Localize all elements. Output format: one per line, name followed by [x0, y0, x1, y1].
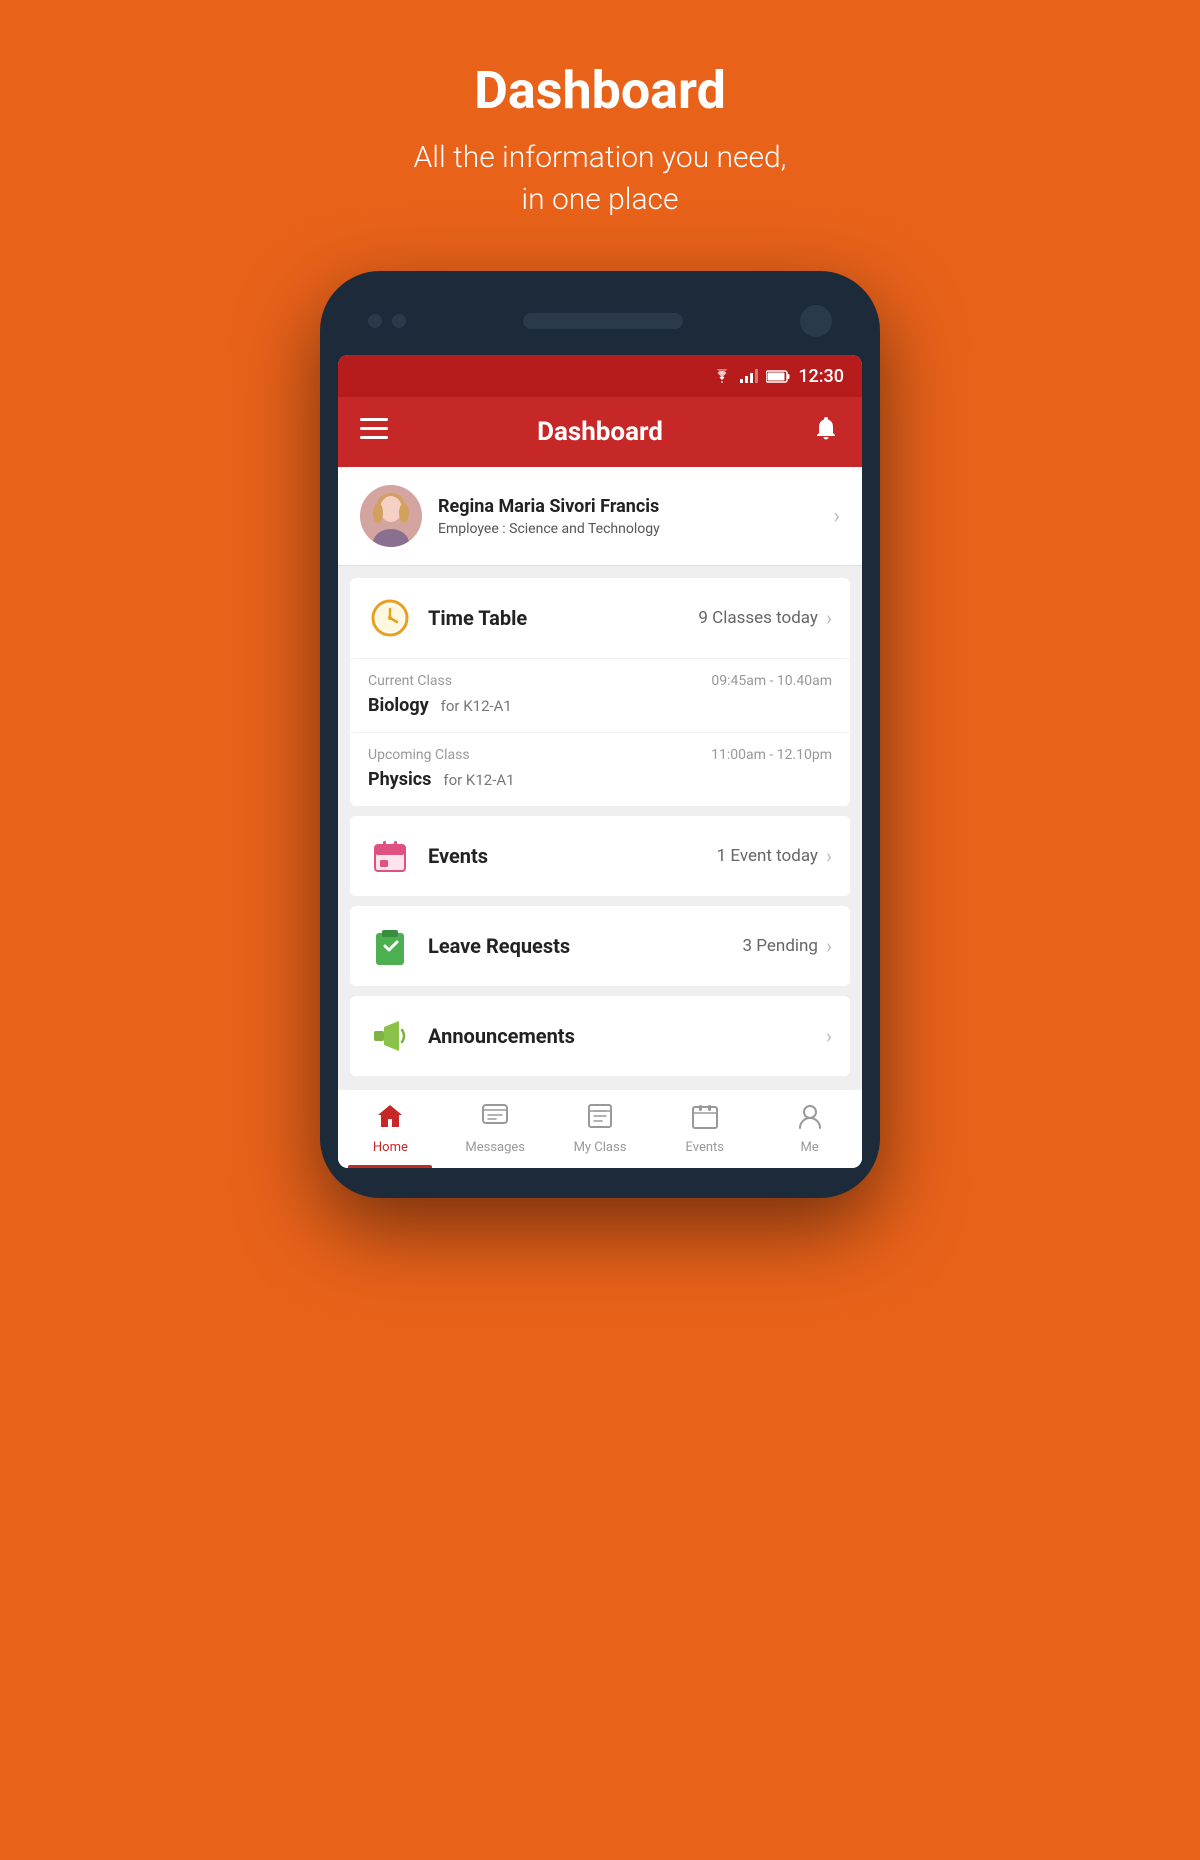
- leave-requests-chevron-icon: ›: [826, 934, 832, 958]
- events-header[interactable]: Events 1 Event today ›: [350, 816, 850, 896]
- home-icon: [376, 1103, 404, 1136]
- leave-requests-count: 3 Pending: [743, 936, 818, 956]
- status-bar: 12:30: [338, 355, 862, 397]
- profile-role: Employee : Science and Technology: [438, 521, 817, 537]
- nav-messages[interactable]: Messages: [443, 1090, 548, 1168]
- bottom-nav: Home Messages: [338, 1088, 862, 1168]
- me-icon: [796, 1103, 824, 1136]
- myclass-icon: [586, 1103, 614, 1136]
- phone-camera-right: [800, 305, 832, 337]
- events-count: 1 Event today: [717, 846, 818, 866]
- upcoming-class-time: 11:00am - 12.10pm: [711, 747, 832, 763]
- phone-dot-2: [392, 314, 406, 328]
- upcoming-class-group: for K12-A1: [443, 771, 514, 789]
- content-area: Time Table 9 Classes today › Current Cla…: [338, 566, 862, 1088]
- timetable-title: Time Table: [428, 606, 527, 630]
- nav-home[interactable]: Home: [338, 1090, 443, 1168]
- nav-messages-label: Messages: [465, 1140, 525, 1155]
- phone-shell: 12:30 Dashboard: [320, 271, 880, 1198]
- leave-requests-header[interactable]: Leave Requests 3 Pending ›: [350, 906, 850, 986]
- status-time: 12:30: [798, 366, 844, 387]
- events-title: Events: [428, 844, 488, 868]
- announcements-chevron-icon: ›: [826, 1024, 832, 1048]
- current-class-label: Current Class: [368, 673, 452, 689]
- leave-requests-card[interactable]: Leave Requests 3 Pending ›: [350, 906, 850, 986]
- nav-myclass[interactable]: My Class: [548, 1090, 653, 1168]
- hamburger-icon[interactable]: [360, 417, 388, 447]
- battery-icon: [766, 370, 790, 383]
- phone-top-bar: [338, 301, 862, 341]
- phone-speaker: [523, 313, 683, 329]
- upcoming-class-subject: Physics: [368, 769, 431, 790]
- announcements-header[interactable]: Announcements ›: [350, 996, 850, 1076]
- nav-home-label: Home: [373, 1140, 408, 1155]
- clock-icon: [368, 596, 412, 640]
- nav-me[interactable]: Me: [757, 1090, 862, 1168]
- current-class-item[interactable]: Current Class 09:45am - 10.40am Biology …: [350, 658, 850, 732]
- nav-events-icon: [691, 1103, 719, 1136]
- phone-screen: 12:30 Dashboard: [338, 355, 862, 1168]
- announcements-title: Announcements: [428, 1024, 575, 1048]
- page-title: Dashboard: [414, 60, 787, 121]
- current-class-subject: Biology: [368, 695, 429, 716]
- avatar: [360, 485, 422, 547]
- bell-icon[interactable]: [812, 415, 840, 450]
- leave-checkmark-icon: [368, 924, 412, 968]
- profile-name: Regina Maria Sivori Francis: [438, 496, 817, 517]
- app-bar: Dashboard: [338, 397, 862, 467]
- current-class-time: 09:45am - 10.40am: [711, 673, 832, 689]
- timetable-card[interactable]: Time Table 9 Classes today › Current Cla…: [350, 578, 850, 806]
- wifi-icon: [712, 369, 732, 383]
- upcoming-class-label: Upcoming Class: [368, 747, 470, 763]
- profile-chevron-icon: ›: [833, 504, 840, 529]
- nav-events[interactable]: Events: [652, 1090, 757, 1168]
- nav-events-label: Events: [686, 1140, 724, 1155]
- event-calendar-icon: [368, 834, 412, 878]
- events-chevron-icon: ›: [826, 844, 832, 868]
- announcements-card[interactable]: Announcements ›: [350, 996, 850, 1076]
- timetable-left: Time Table: [368, 596, 527, 640]
- announce-speaker-icon: [368, 1014, 412, 1058]
- events-card[interactable]: Events 1 Event today ›: [350, 816, 850, 896]
- page-header: Dashboard All the information you need, …: [414, 60, 787, 221]
- current-class-group: for K12-A1: [441, 697, 512, 715]
- upcoming-class-item[interactable]: Upcoming Class 11:00am - 12.10pm Physics…: [350, 732, 850, 806]
- page-subtitle: All the information you need, in one pla…: [414, 137, 787, 221]
- leave-requests-title: Leave Requests: [428, 934, 570, 958]
- nav-me-label: Me: [800, 1140, 818, 1155]
- status-icons: 12:30: [712, 366, 844, 387]
- timetable-count: 9 Classes today: [698, 608, 818, 628]
- signal-icon: [740, 369, 758, 383]
- profile-info: Regina Maria Sivori Francis Employee : S…: [438, 496, 817, 537]
- profile-card[interactable]: Regina Maria Sivori Francis Employee : S…: [338, 467, 862, 566]
- timetable-header[interactable]: Time Table 9 Classes today ›: [350, 578, 850, 658]
- phone-dot-1: [368, 314, 382, 328]
- app-bar-title: Dashboard: [537, 417, 663, 447]
- timetable-chevron-icon: ›: [826, 606, 832, 630]
- nav-myclass-label: My Class: [574, 1140, 627, 1155]
- messages-icon: [481, 1103, 509, 1136]
- phone-camera-dots: [368, 314, 406, 328]
